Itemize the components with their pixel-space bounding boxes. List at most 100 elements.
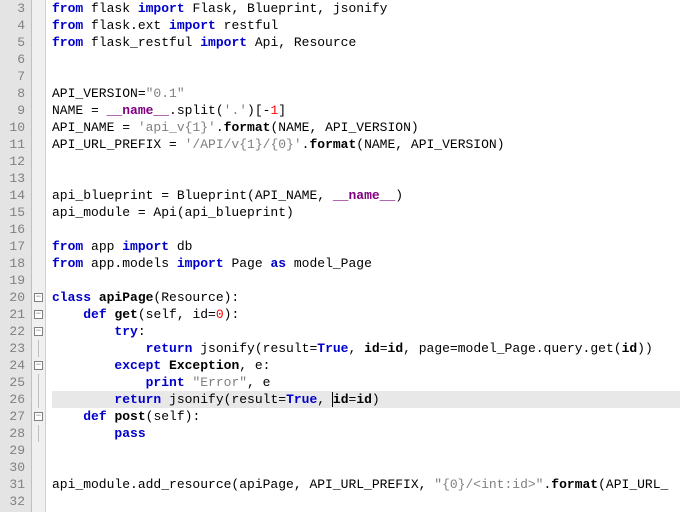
code-token: return bbox=[146, 341, 201, 356]
code-line[interactable]: def post(self): bbox=[52, 408, 680, 425]
code-line[interactable]: from flask.ext import restful bbox=[52, 17, 680, 34]
fold-marker[interactable]: − bbox=[32, 408, 45, 425]
code-token: id bbox=[364, 341, 380, 356]
code-line[interactable] bbox=[52, 51, 680, 68]
code-line[interactable] bbox=[52, 221, 680, 238]
code-line[interactable] bbox=[52, 442, 680, 459]
fold-marker bbox=[32, 34, 45, 51]
code-line[interactable] bbox=[52, 272, 680, 289]
fold-minus-icon[interactable]: − bbox=[34, 327, 43, 336]
code-line[interactable]: from app.models import Page as model_Pag… bbox=[52, 255, 680, 272]
code-token: True bbox=[286, 392, 317, 407]
fold-marker bbox=[32, 102, 45, 119]
code-line[interactable]: api_module = Api(api_blueprint) bbox=[52, 204, 680, 221]
fold-minus-icon[interactable]: − bbox=[34, 412, 43, 421]
code-token: def bbox=[83, 409, 114, 424]
code-token: id bbox=[388, 341, 404, 356]
code-token bbox=[52, 409, 83, 424]
code-token: format bbox=[224, 120, 271, 135]
code-token: , e bbox=[247, 375, 270, 390]
code-line[interactable]: from flask_restful import Api, Resource bbox=[52, 34, 680, 51]
code-line[interactable] bbox=[52, 170, 680, 187]
code-line[interactable]: return jsonify(result=True, id=id, page=… bbox=[52, 340, 680, 357]
code-line[interactable] bbox=[52, 459, 680, 476]
line-number: 3 bbox=[4, 0, 25, 17]
code-token: ): bbox=[224, 307, 240, 322]
code-line[interactable]: pass bbox=[52, 425, 680, 442]
code-token: , bbox=[317, 392, 333, 407]
code-token: db bbox=[177, 239, 193, 254]
fold-marker[interactable]: − bbox=[32, 306, 45, 323]
code-token: from bbox=[52, 256, 91, 271]
line-number: 25 bbox=[4, 374, 25, 391]
line-number: 14 bbox=[4, 187, 25, 204]
code-token: return bbox=[114, 392, 169, 407]
line-number: 17 bbox=[4, 238, 25, 255]
code-editor[interactable]: from flask import Flask, Blueprint, json… bbox=[46, 0, 680, 512]
line-number: 22 bbox=[4, 323, 25, 340]
code-line[interactable]: print "Error", e bbox=[52, 374, 680, 391]
fold-marker bbox=[32, 170, 45, 187]
line-number: 5 bbox=[4, 34, 25, 51]
code-token: api_module.add_resource(apiPage, API_URL… bbox=[52, 477, 434, 492]
fold-marker bbox=[32, 119, 45, 136]
code-line[interactable]: API_VERSION="0.1" bbox=[52, 85, 680, 102]
code-line[interactable]: api_blueprint = Blueprint(API_NAME, __na… bbox=[52, 187, 680, 204]
code-token: import bbox=[177, 256, 232, 271]
code-line[interactable]: try: bbox=[52, 323, 680, 340]
code-token: ) bbox=[395, 188, 403, 203]
fold-marker bbox=[32, 493, 45, 510]
fold-marker[interactable]: − bbox=[32, 357, 45, 374]
code-line[interactable]: return jsonify(result=True, id=id) bbox=[52, 391, 680, 408]
code-token: import bbox=[122, 239, 177, 254]
fold-minus-icon[interactable]: − bbox=[34, 293, 43, 302]
code-token: . bbox=[216, 120, 224, 135]
code-line[interactable] bbox=[52, 153, 680, 170]
code-line[interactable]: API_URL_PREFIX = '/API/v{1}/{0}'.format(… bbox=[52, 136, 680, 153]
code-token: API_URL_PREFIX = bbox=[52, 137, 185, 152]
fold-marker[interactable]: − bbox=[32, 323, 45, 340]
code-token: (self, id= bbox=[138, 307, 216, 322]
code-token: import bbox=[138, 1, 193, 16]
code-line[interactable]: api_module.add_resource(apiPage, API_URL… bbox=[52, 476, 680, 493]
line-number: 4 bbox=[4, 17, 25, 34]
line-number: 16 bbox=[4, 221, 25, 238]
fold-minus-icon[interactable]: − bbox=[34, 310, 43, 319]
code-line[interactable]: from app import db bbox=[52, 238, 680, 255]
code-token: class bbox=[52, 290, 99, 305]
code-token: format bbox=[551, 477, 598, 492]
line-number: 24 bbox=[4, 357, 25, 374]
code-token: .split( bbox=[169, 103, 224, 118]
code-line[interactable] bbox=[52, 493, 680, 510]
code-token: import bbox=[169, 18, 224, 33]
line-number: 9 bbox=[4, 102, 25, 119]
code-line[interactable] bbox=[52, 68, 680, 85]
code-line[interactable]: def get(self, id=0): bbox=[52, 306, 680, 323]
fold-marker bbox=[32, 425, 45, 442]
code-line[interactable]: API_NAME = 'api_v{1}'.format(NAME, API_V… bbox=[52, 119, 680, 136]
fold-minus-icon[interactable]: − bbox=[34, 361, 43, 370]
code-token: , bbox=[348, 341, 364, 356]
line-number: 6 bbox=[4, 51, 25, 68]
code-token: import bbox=[200, 35, 255, 50]
fold-marker bbox=[32, 255, 45, 272]
code-line[interactable]: from flask import Flask, Blueprint, json… bbox=[52, 0, 680, 17]
code-token: NAME = bbox=[52, 103, 107, 118]
fold-marker[interactable]: − bbox=[32, 289, 45, 306]
line-number-gutter: 3456789101112131415161718192021222324252… bbox=[0, 0, 32, 512]
code-token: "0.1" bbox=[146, 86, 185, 101]
code-line[interactable]: NAME = __name__.split('.')[-1] bbox=[52, 102, 680, 119]
code-token: )) bbox=[637, 341, 653, 356]
code-token: apiPage bbox=[99, 290, 154, 305]
code-token: id bbox=[333, 392, 349, 407]
fold-marker bbox=[32, 136, 45, 153]
code-line[interactable]: except Exception, e: bbox=[52, 357, 680, 374]
fold-marker bbox=[32, 442, 45, 459]
code-token: __name__ bbox=[107, 103, 169, 118]
code-token: from bbox=[52, 18, 91, 33]
code-line[interactable]: class apiPage(Resource): bbox=[52, 289, 680, 306]
code-token bbox=[52, 392, 114, 407]
code-token: get bbox=[114, 307, 137, 322]
code-token: Api, Resource bbox=[255, 35, 356, 50]
code-token: format bbox=[309, 137, 356, 152]
